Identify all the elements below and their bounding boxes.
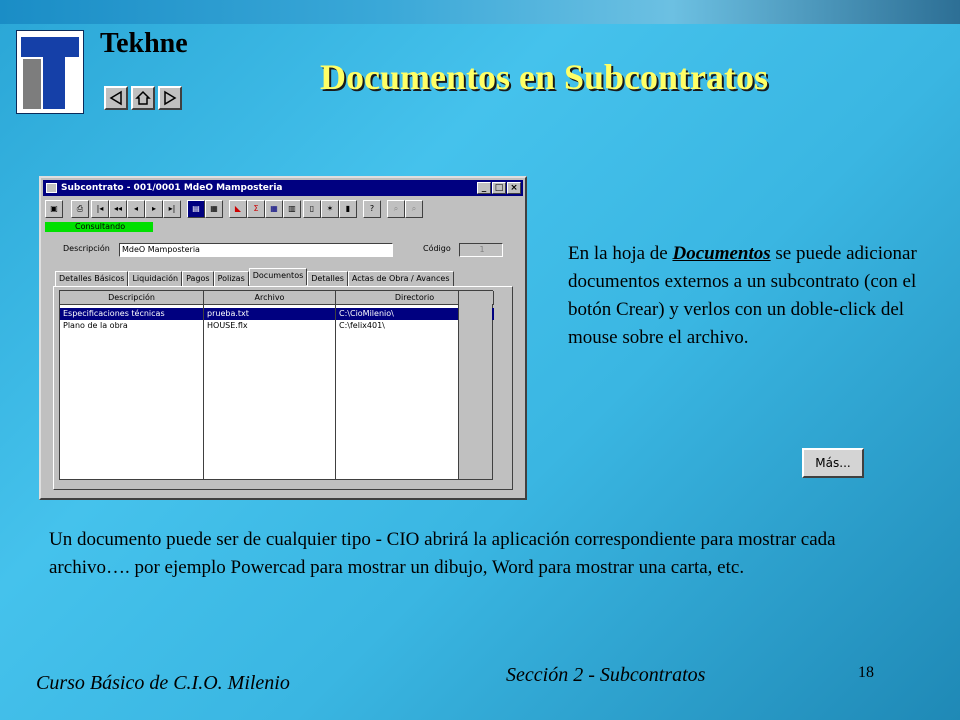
- cell-archivo: HOUSE.flx: [207, 321, 248, 330]
- home-icon: [135, 90, 151, 105]
- printer-icon[interactable]: ⎙: [71, 200, 89, 218]
- search-icon[interactable]: ⌕: [387, 200, 405, 218]
- description-emphasis: Documentos: [672, 243, 771, 264]
- triangle-left-icon: [109, 90, 122, 106]
- home-button[interactable]: [131, 86, 155, 110]
- tab-pagos[interactable]: Pagos: [182, 271, 214, 286]
- descripcion-field[interactable]: MdeO Mamposteria: [119, 243, 393, 257]
- table-row[interactable]: Plano de la obra HOUSE.flx C:\felix401\: [60, 320, 494, 332]
- brand-name: Tekhne: [100, 28, 188, 59]
- documents-grid: Descripción Archivo Directorio Especific…: [59, 290, 494, 480]
- next-record-icon[interactable]: ▸: [145, 200, 163, 218]
- minimize-button[interactable]: _: [477, 182, 491, 194]
- footer-course: Curso Básico de C.I.O. Milenio: [36, 672, 290, 694]
- description-text: En la hoja de Documentos se puede adicio…: [568, 240, 938, 352]
- slide-title: Documentos en Subcontratos: [320, 57, 769, 97]
- prev-record-icon[interactable]: ◂: [127, 200, 145, 218]
- column-header-descripcion[interactable]: Descripción: [60, 291, 204, 305]
- grid-view-icon[interactable]: ▦: [205, 200, 223, 218]
- nav-buttons: [104, 86, 182, 110]
- codigo-field[interactable]: 1: [459, 243, 503, 257]
- cell-archivo: prueba.txt: [207, 309, 249, 318]
- top-bar: [0, 0, 960, 24]
- cell-directorio: C:\felix401\: [339, 321, 385, 330]
- last-record-icon[interactable]: ▸|: [163, 200, 181, 218]
- filter-icon[interactable]: ◣: [229, 200, 247, 218]
- maximize-button[interactable]: □: [492, 182, 506, 194]
- grid-scrollbar[interactable]: [458, 291, 492, 479]
- replace-icon[interactable]: ⌕: [405, 200, 423, 218]
- help-icon[interactable]: ?: [363, 200, 381, 218]
- sigma-icon[interactable]: Σ: [247, 200, 265, 218]
- tab-detalles-basicos[interactable]: Detalles Básicos: [55, 271, 129, 286]
- tab-documentos[interactable]: Documentos: [248, 268, 308, 285]
- tab-actas-de-obra[interactable]: Actas de Obra / Avances: [347, 271, 454, 286]
- column-header-archivo[interactable]: Archivo: [204, 291, 336, 305]
- explanation-paragraph: Un documento puede ser de cualquier tipo…: [49, 529, 836, 578]
- triangle-right-icon: [164, 90, 177, 106]
- column-divider: [203, 305, 204, 479]
- tab-polizas[interactable]: Polizas: [213, 271, 249, 286]
- page-number: 18: [858, 664, 874, 681]
- next-slide-button[interactable]: [158, 86, 182, 110]
- tab-detalles[interactable]: Detalles: [307, 271, 348, 286]
- prev-page-icon[interactable]: ◂◂: [109, 200, 127, 218]
- magic-wand-icon[interactable]: ✶: [321, 200, 339, 218]
- descripcion-label: Descripción: [63, 244, 110, 253]
- form-view-icon[interactable]: ▤: [187, 200, 205, 218]
- table-row[interactable]: Especificaciones técnicas prueba.txt C:\…: [60, 308, 494, 320]
- cell-descripcion: Plano de la obra: [63, 321, 128, 330]
- toolbar: ▣ ⎙ |◂ ◂◂ ◂ ▸ ▸| ▤ ▦ ◣ Σ ▦ ▥ ▯ ✶ ▮ ? ⌕ ⌕: [45, 200, 521, 220]
- first-record-icon[interactable]: |◂: [91, 200, 109, 218]
- app-icon: [46, 183, 57, 193]
- close-button[interactable]: ×: [507, 182, 521, 194]
- window-titlebar: Subcontrato - 001/0001 MdeO Mamposteria …: [43, 180, 523, 196]
- window-title: Subcontrato - 001/0001 MdeO Mamposteria: [61, 183, 283, 193]
- column-divider: [335, 305, 336, 479]
- subcontrato-window: Subcontrato - 001/0001 MdeO Mamposteria …: [39, 176, 527, 500]
- tab-strip: Detalles Básicos Liquidación Pagos Poliz…: [55, 268, 454, 286]
- codigo-label: Código: [423, 244, 451, 253]
- mas-button[interactable]: Más...: [802, 448, 864, 478]
- print-preview-icon[interactable]: ▣: [45, 200, 63, 218]
- status-indicator: Consultando: [45, 222, 153, 232]
- tab-liquidacion[interactable]: Liquidación: [128, 271, 183, 286]
- new-document-icon[interactable]: ▯: [303, 200, 321, 218]
- description-part1: En la hoja de: [568, 243, 673, 264]
- calendar-icon[interactable]: ▦: [265, 200, 283, 218]
- trash-icon[interactable]: ▮: [339, 200, 357, 218]
- footer-section: Sección 2 - Subcontratos: [506, 664, 706, 686]
- cell-directorio: C:\CioMilenio\: [339, 309, 394, 318]
- calculator-icon[interactable]: ▥: [283, 200, 301, 218]
- cell-descripcion: Especificaciones técnicas: [63, 309, 165, 318]
- prev-slide-button[interactable]: [104, 86, 128, 110]
- tekhne-logo: [16, 30, 84, 114]
